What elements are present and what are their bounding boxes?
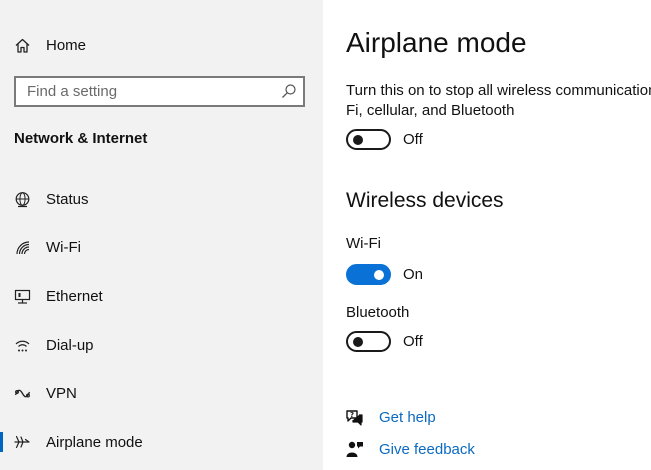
give-feedback-label[interactable]: Give feedback (379, 441, 475, 458)
airplane-description: Turn this on to stop all wireless commun… (346, 82, 651, 119)
help-chat-icon: ? (344, 407, 364, 427)
sidebar-item-label: VPN (46, 384, 77, 402)
toggle-knob (374, 269, 384, 280)
bluetooth-toggle-state: Off (403, 333, 423, 350)
sidebar-item-label: Dial-up (46, 336, 94, 354)
wifi-label: Wi-Fi (346, 235, 381, 252)
sidebar-item-status[interactable]: Status (0, 179, 323, 219)
get-help-link[interactable]: ? Get help (344, 407, 436, 427)
feedback-icon (344, 439, 364, 459)
wifi-toggle[interactable] (346, 264, 391, 285)
give-feedback-link[interactable]: Give feedback (344, 439, 475, 459)
wireless-devices-heading: Wireless devices (346, 189, 504, 212)
home-icon (13, 36, 31, 54)
dialup-icon (13, 336, 31, 354)
get-help-label[interactable]: Get help (379, 409, 436, 426)
main-panel: Airplane mode Turn this on to stop all w… (323, 0, 651, 470)
ethernet-icon (13, 287, 31, 305)
sidebar-item-vpn[interactable]: VPN (0, 373, 323, 413)
sidebar: Home Network & Internet Status Wi-Fi Eth… (0, 0, 323, 470)
search-icon[interactable] (280, 83, 297, 100)
sidebar-item-label: Wi-Fi (46, 238, 81, 256)
sidebar-item-wifi[interactable]: Wi-Fi (0, 227, 323, 267)
search-input[interactable] (16, 78, 271, 105)
vpn-icon (13, 384, 31, 402)
sidebar-item-label: Home (46, 36, 87, 54)
globe-icon (13, 190, 31, 208)
sidebar-item-dialup[interactable]: Dial-up (0, 325, 323, 365)
sidebar-item-ethernet[interactable]: Ethernet (0, 276, 323, 316)
search-box[interactable] (14, 76, 305, 107)
airplane-icon (13, 433, 31, 451)
page-title: Airplane mode (346, 27, 527, 58)
airplane-mode-toggle[interactable] (346, 129, 391, 150)
toggle-knob (353, 336, 363, 347)
sidebar-item-airplane-mode[interactable]: Airplane mode (0, 422, 323, 462)
sidebar-item-label: Ethernet (46, 287, 103, 305)
sidebar-item-label: Status (46, 190, 89, 208)
bluetooth-toggle[interactable] (346, 331, 391, 352)
section-title: Network & Internet (14, 130, 148, 147)
sidebar-item-label: Airplane mode (46, 433, 143, 451)
bluetooth-label: Bluetooth (346, 304, 410, 321)
toggle-knob (353, 134, 363, 145)
svg-text:?: ? (349, 411, 353, 419)
wifi-toggle-state: On (403, 266, 424, 283)
airplane-toggle-state: Off (403, 131, 423, 148)
sidebar-item-home[interactable]: Home (0, 25, 323, 65)
wifi-icon (13, 238, 31, 256)
